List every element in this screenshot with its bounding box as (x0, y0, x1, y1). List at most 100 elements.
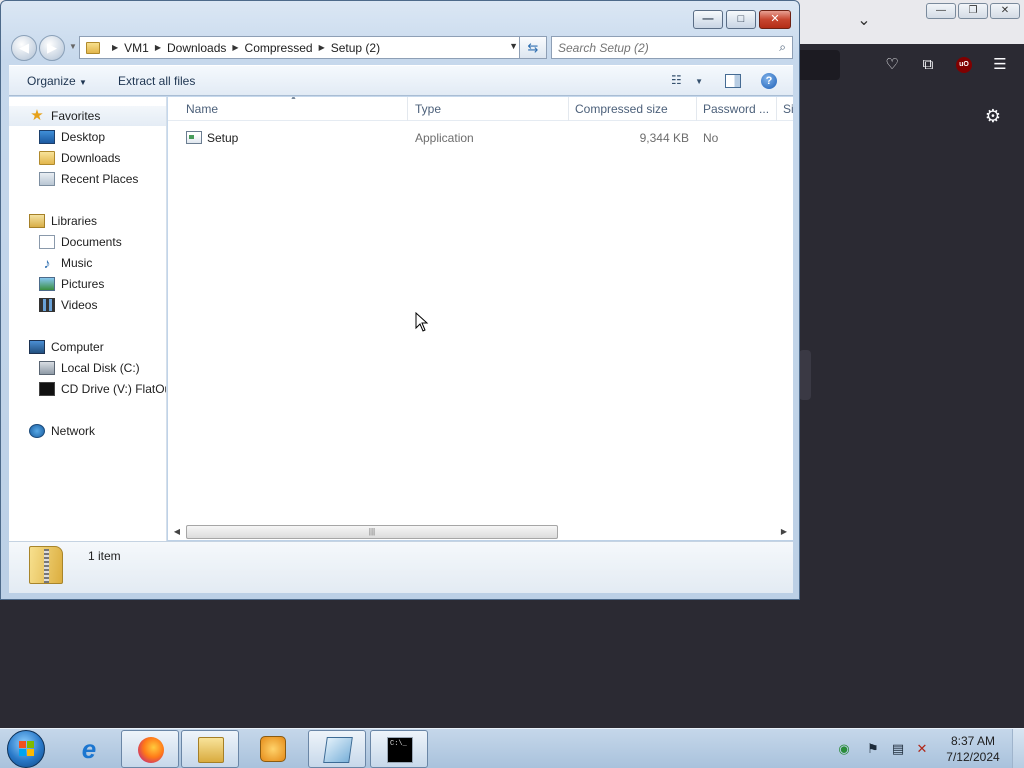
start-button[interactable] (7, 730, 45, 768)
ublock-origin-icon[interactable]: uO (956, 57, 972, 73)
address-bar[interactable]: ▶ VM1 ▶ Downloads ▶ Compressed ▶ Setup (… (79, 36, 525, 59)
forward-button[interactable]: ▶ (39, 35, 65, 61)
network-tray-icon[interactable]: ▤ (890, 741, 906, 757)
clock-time: 8:37 AM (950, 734, 996, 748)
chevron-right-icon[interactable]: ▶ (155, 43, 161, 52)
libraries-icon (29, 214, 45, 228)
scroll-left-icon[interactable]: ◀ (170, 525, 184, 538)
nav-cd-drive-label: CD Drive (V:) FlatOut (61, 382, 167, 396)
horizontal-scrollbar[interactable]: ◀ ||| ▶ (168, 523, 793, 540)
search-input[interactable] (552, 37, 762, 58)
nav-local-disk[interactable]: Local Disk (C:) (9, 358, 166, 378)
search-box[interactable]: ⌕ (551, 36, 793, 59)
breadcrumb-downloads[interactable]: Downloads (167, 41, 226, 55)
nav-documents[interactable]: Documents (9, 232, 166, 252)
explorer-window: — □ ✕ ◀ ▶ ▼ ▶ VM1 ▶ Downloads ▶ Compress… (0, 0, 800, 600)
taskbar: e C:\_ ◉ ⚑ ▤ ✕ 8:37 AM 7/12/2024 (0, 728, 1024, 768)
nav-libraries[interactable]: Libraries (9, 211, 166, 231)
pictures-icon (39, 277, 55, 291)
refresh-button[interactable]: ⇆ (519, 36, 547, 59)
recent-places-icon (39, 172, 55, 186)
zip-folder-icon (29, 546, 63, 584)
close-button[interactable]: ✕ (759, 10, 791, 29)
column-header-compressed-size[interactable]: Compressed size (569, 97, 697, 121)
column-headers: Name ▲ Type Compressed size Password ...… (168, 97, 793, 121)
taskbar-windows-explorer[interactable] (181, 730, 239, 768)
hamburger-menu-icon[interactable]: ☰ (989, 54, 1011, 76)
nav-cd-drive[interactable]: CD Drive (V:) FlatOut (9, 379, 167, 399)
music-note-icon: ♪ (43, 255, 51, 271)
nav-music-label: Music (61, 256, 93, 270)
extensions-icon[interactable]: ⧉ (917, 54, 939, 76)
network-status-icon[interactable]: ◉ (836, 741, 852, 757)
address-dropdown-icon[interactable]: ▼ (509, 41, 518, 51)
taskbar-firefox[interactable] (121, 730, 179, 768)
nav-recent-places[interactable]: Recent Places (9, 169, 166, 189)
pocket-icon[interactable]: ♡ (881, 54, 903, 76)
chevron-right-icon[interactable]: ▶ (112, 43, 118, 52)
system-clock[interactable]: 8:37 AM 7/12/2024 (940, 733, 1006, 765)
column-header-password[interactable]: Password ... (697, 97, 777, 121)
nav-videos[interactable]: Videos (9, 295, 166, 315)
taskbar-command-prompt[interactable]: C:\_ (370, 730, 428, 768)
browser-minimize-button[interactable]: — (926, 3, 956, 19)
file-name[interactable]: Setup (207, 128, 238, 148)
command-prompt-icon: C:\_ (387, 737, 413, 763)
nav-pictures[interactable]: Pictures (9, 274, 166, 294)
maximize-button[interactable]: □ (726, 10, 756, 29)
details-pane: 1 item (9, 541, 793, 593)
taskbar-internet-explorer[interactable]: e (60, 730, 118, 768)
network-icon (29, 424, 45, 438)
change-view-button[interactable]: ☷ ▼ (671, 73, 703, 87)
column-header-type[interactable]: Type (409, 97, 569, 121)
nav-favorites[interactable]: ★ Favorites (9, 106, 166, 126)
browser-scrollbar-thumb[interactable] (799, 350, 811, 400)
browser-restore-button[interactable]: ❐ (958, 3, 988, 19)
nav-desktop[interactable]: Desktop (9, 127, 166, 147)
cd-drive-icon (39, 382, 55, 396)
help-icon[interactable]: ? (761, 73, 777, 89)
minimize-button[interactable]: — (693, 10, 723, 29)
action-center-flag-icon[interactable]: ⚑ (865, 741, 881, 757)
list-all-tabs-icon[interactable]: ⌄ (853, 10, 875, 32)
nav-local-disk-label: Local Disk (C:) (61, 361, 140, 375)
search-icon[interactable]: ⌕ (779, 40, 786, 55)
breadcrumb-setup-2[interactable]: Setup (2) (331, 41, 380, 55)
file-compressed-size: 9,344 KB (639, 131, 689, 145)
recent-pages-dropdown-icon[interactable]: ▼ (69, 42, 77, 51)
preview-pane-button[interactable] (725, 74, 741, 88)
item-count: 1 item (88, 549, 121, 563)
table-row[interactable]: Setup Application 9,344 KB No (178, 128, 788, 148)
scroll-right-icon[interactable]: ▶ (777, 525, 791, 538)
file-list: Name ▲ Type Compressed size Password ...… (168, 97, 793, 523)
nav-downloads[interactable]: Downloads (9, 148, 166, 168)
file-password: No (703, 131, 719, 145)
star-icon: ★ (30, 107, 44, 124)
breadcrumb-vm1[interactable]: VM1 (124, 41, 149, 55)
settings-gear-icon[interactable]: ⚙ (982, 105, 1004, 127)
back-button[interactable]: ◀ (11, 35, 37, 61)
column-header-size[interactable]: Si (777, 97, 793, 121)
show-desktop-button[interactable] (1012, 729, 1024, 768)
taskbar-notepad[interactable] (308, 730, 366, 768)
details-view-icon: ☷ (671, 73, 682, 87)
chevron-down-icon: ▼ (695, 77, 704, 86)
scrollbar-thumb[interactable]: ||| (186, 525, 558, 539)
volume-muted-icon[interactable]: ✕ (914, 741, 930, 757)
nav-network-label: Network (51, 424, 96, 438)
chevron-right-icon[interactable]: ▶ (232, 43, 238, 52)
breadcrumb-compressed[interactable]: Compressed (245, 41, 313, 55)
folder-icon (86, 41, 100, 54)
navigation-pane: ★ Favorites Desktop Downloads Recent Pla… (9, 97, 167, 541)
chevron-right-icon[interactable]: ▶ (319, 43, 325, 52)
organize-button[interactable]: Organize ▼ (27, 74, 87, 88)
extract-all-files-button[interactable]: Extract all files (118, 74, 195, 88)
nav-computer[interactable]: Computer (9, 337, 166, 357)
browser-close-button[interactable]: ✕ (990, 3, 1020, 19)
nav-music[interactable]: ♪ Music (9, 253, 166, 273)
nav-network[interactable]: Network (9, 421, 166, 441)
command-bar: Organize ▼ Extract all files ☷ ▼ ? (9, 65, 793, 96)
media-player-icon (260, 736, 286, 762)
nav-videos-label: Videos (61, 298, 98, 312)
taskbar-media-player[interactable] (244, 730, 302, 768)
